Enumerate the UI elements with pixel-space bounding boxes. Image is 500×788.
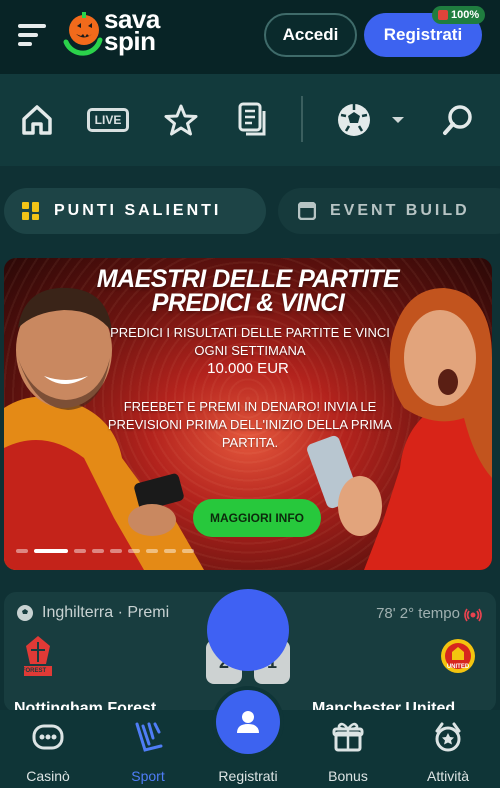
match-time: 78' 2° tempo	[376, 605, 460, 622]
carousel-dot[interactable]	[92, 549, 104, 553]
live-label: LIVE	[87, 108, 129, 132]
carousel-dot[interactable]	[164, 549, 176, 553]
banner-text2-line1: FREEBET E PREMI IN DENARO! INVIA LE	[123, 399, 377, 414]
pill-event-builder[interactable]: EVENT BUILD	[278, 188, 500, 234]
carousel-dot[interactable]	[146, 549, 158, 553]
login-button[interactable]: Accedi	[264, 13, 357, 57]
carousel-dot[interactable]	[16, 549, 28, 553]
grid-icon	[22, 202, 40, 220]
chevron-down-icon[interactable]	[376, 98, 420, 142]
more-info-button[interactable]: MAGGIORI INFO	[193, 499, 321, 537]
gift-icon	[438, 10, 448, 20]
pumpkin-logo-icon	[63, 12, 103, 56]
banner-text1-line1: PREDICI I RISULTATI DELLE PARTITE E VINC…	[110, 325, 390, 340]
bonus-badge-label: 100%	[451, 9, 480, 21]
logo-text-bottom: spin	[104, 26, 156, 56]
register-fab[interactable]	[216, 690, 280, 754]
gift-icon	[300, 720, 396, 754]
builder-icon	[298, 202, 316, 220]
savaspin-logo[interactable]: sava spin	[58, 6, 183, 58]
bottom-nav-sport[interactable]: Sport	[100, 720, 196, 784]
live-icon[interactable]: LIVE	[86, 98, 130, 142]
home-icon[interactable]	[15, 98, 59, 142]
sport-icon	[100, 720, 196, 754]
app-page: sava spin Accedi Registrati 100% LIVE PU…	[0, 0, 500, 788]
football-icon[interactable]	[332, 98, 376, 142]
star-icon[interactable]	[159, 98, 203, 142]
banner-amount: 10.000 EUR	[207, 360, 289, 377]
bottom-nav-activity[interactable]: Attività	[400, 720, 496, 784]
bonus-badge: 100%	[432, 6, 486, 24]
bottom-nav-bonus[interactable]: Bonus	[300, 720, 396, 784]
activity-icon	[400, 720, 496, 754]
banner-text2-line2: PREVISIONI PRIMA DELL'INIZIO DELLA PRIMA	[107, 417, 393, 432]
banner-text2-line3: PARTITA.	[221, 435, 279, 450]
banner-title-line2: PREDICI & VINCI	[151, 289, 345, 317]
pill-highlights[interactable]: PUNTI SALIENTI	[4, 188, 266, 234]
carousel-dot[interactable]	[74, 549, 86, 553]
user-icon	[237, 711, 259, 733]
carousel-dot[interactable]	[34, 549, 68, 553]
top-header: sava spin Accedi Registrati 100%	[0, 0, 500, 74]
category-pills: PUNTI SALIENTI EVENT BUILD	[0, 166, 500, 246]
banner-text1-line2: OGNI SETTIMANA	[194, 343, 306, 358]
football-small-icon	[17, 605, 33, 621]
promo-banner[interactable]: MAESTRI DELLE PARTITE PREDICI & VINCI PR…	[4, 258, 492, 570]
carousel-dot[interactable]	[182, 549, 194, 553]
carousel-dot[interactable]	[110, 549, 122, 553]
sport-nav-bar: LIVE	[0, 74, 500, 166]
hamburger-menu-icon[interactable]	[18, 24, 46, 46]
bottom-nav-casino-label: Casinò	[26, 768, 70, 784]
nav-divider	[301, 96, 303, 142]
bottom-nav-casino[interactable]: Casinò	[0, 720, 96, 784]
carousel-dots[interactable]	[16, 549, 194, 553]
live-broadcast-icon	[464, 608, 482, 622]
home-crest-text: FOREST	[21, 668, 47, 674]
betslip-icon[interactable]	[230, 98, 274, 142]
match-competition-label: Inghilterra · Premi	[42, 604, 170, 621]
away-crest-text: UNITED	[446, 664, 470, 670]
bottom-nav-bonus-label: Bonus	[328, 768, 368, 784]
pill-event-builder-label: EVENT BUILD	[330, 202, 470, 219]
pill-highlights-label: PUNTI SALIENTI	[54, 202, 222, 219]
bottom-nav-activity-label: Attività	[426, 768, 469, 784]
bottom-nav-register-label: Registrati	[218, 768, 278, 784]
away-team-crest	[441, 639, 475, 673]
bottom-nav-sport-label: Sport	[131, 768, 165, 784]
search-icon[interactable]	[436, 98, 480, 142]
casino-icon	[0, 720, 96, 754]
floating-action-button[interactable]	[207, 589, 289, 671]
carousel-dot[interactable]	[128, 549, 140, 553]
